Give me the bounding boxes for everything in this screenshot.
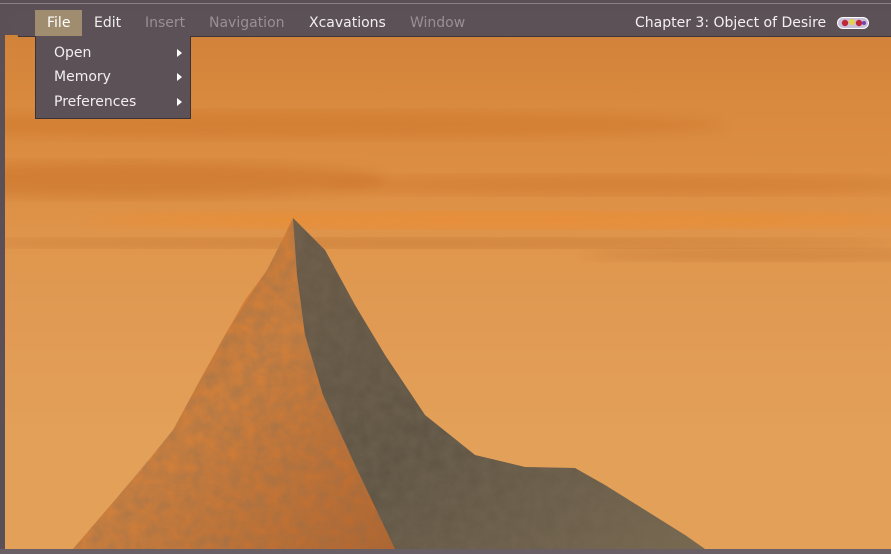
menu-navigation: Navigation [209,15,285,31]
menubar-left-cap [6,10,18,36]
menu-edit[interactable]: Edit [82,10,133,36]
submenu-arrow-icon [177,73,182,81]
chapter-title: Chapter 3: Object of Desire [635,15,827,31]
gem-badge-icon[interactable] [837,17,869,29]
file-menu-memory[interactable]: Memory [36,65,190,89]
submenu-arrow-icon [177,49,182,57]
menu-xcavations[interactable]: Xcavations [297,10,398,36]
menu-file[interactable]: File [35,10,83,36]
window-bottom-edge [0,549,891,554]
submenu-arrow-icon [177,98,182,106]
menu-window: Window [410,15,466,31]
menu-insert: Insert [145,15,186,31]
window-top-edge [0,0,891,8]
app-window: File Edit Insert Navigation Xcavations W… [0,0,891,554]
file-menu-dropdown: Open Memory Preferences [35,36,191,119]
file-menu-preferences[interactable]: Preferences [36,90,190,114]
file-menu-open[interactable]: Open [36,41,190,65]
